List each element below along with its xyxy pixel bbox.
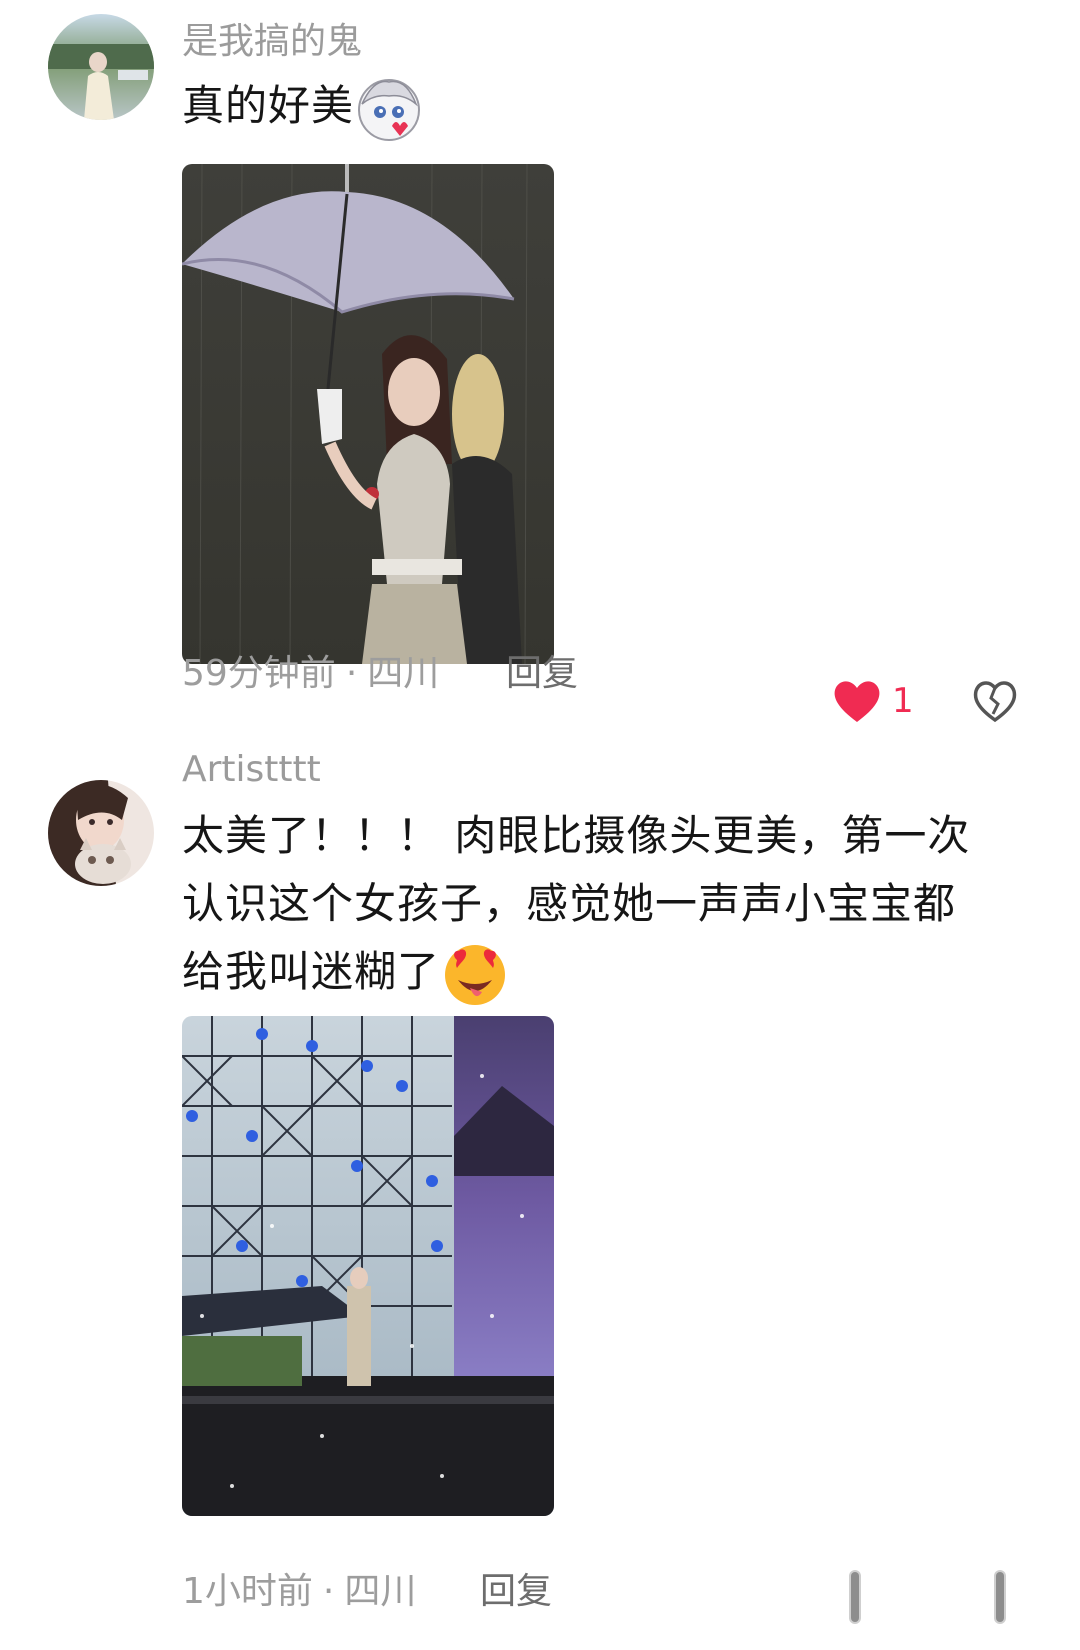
comment-meta: 1小时前 · 四川 xyxy=(182,1570,416,1614)
comment-body: 真的好美 xyxy=(182,81,355,130)
concert-stage-photo[interactable] xyxy=(182,1016,554,1516)
avatar[interactable] xyxy=(48,780,154,886)
timestamp: 59分钟前 xyxy=(182,653,336,694)
timestamp: 1小时前 xyxy=(182,1571,313,1612)
separator-dot: · xyxy=(345,653,358,694)
reply-button[interactable]: 回复 xyxy=(506,652,578,696)
username[interactable]: Artistttt xyxy=(182,748,321,792)
scroll-indicator-icon xyxy=(990,1570,1010,1624)
location: 四川 xyxy=(367,653,440,694)
like-button[interactable]: 1 xyxy=(832,678,914,724)
heart-filled-icon xyxy=(832,678,882,724)
comment-body: 太美了！！！ 肉眼比摄像头更美，第一次认识这个女孩子，感觉她一声声小宝宝都给我叫… xyxy=(182,811,971,996)
heart-eyes-face-icon xyxy=(440,940,510,1010)
woman-holding-umbrella-photo[interactable] xyxy=(182,164,554,664)
comment-item: 是我搞的鬼 真的好美 59分钟前 · 四川 回复 1 xyxy=(0,0,1080,723)
avatar[interactable] xyxy=(48,14,154,120)
cute-character-sticker-icon xyxy=(354,74,424,144)
username[interactable]: 是我搞的鬼 xyxy=(182,20,362,64)
comment-meta: 59分钟前 · 四川 xyxy=(182,652,439,696)
separator-dot: · xyxy=(322,1571,335,1612)
location: 四川 xyxy=(344,1571,417,1612)
broken-heart-icon xyxy=(972,678,1018,724)
reply-button[interactable]: 回复 xyxy=(480,1570,552,1614)
dislike-button[interactable] xyxy=(972,678,1018,724)
comment-item: Artistttt 太美了！！！ 肉眼比摄像头更美，第一次认识这个女孩子，感觉她… xyxy=(0,720,1080,1650)
like-count: 1 xyxy=(892,681,914,721)
comment-text: 真的好美 xyxy=(182,72,1002,144)
comment-text: 太美了！！！ 肉眼比摄像头更美，第一次认识这个女孩子，感觉她一声声小宝宝都给我叫… xyxy=(182,802,992,1010)
scroll-indicator-icon xyxy=(845,1570,865,1624)
